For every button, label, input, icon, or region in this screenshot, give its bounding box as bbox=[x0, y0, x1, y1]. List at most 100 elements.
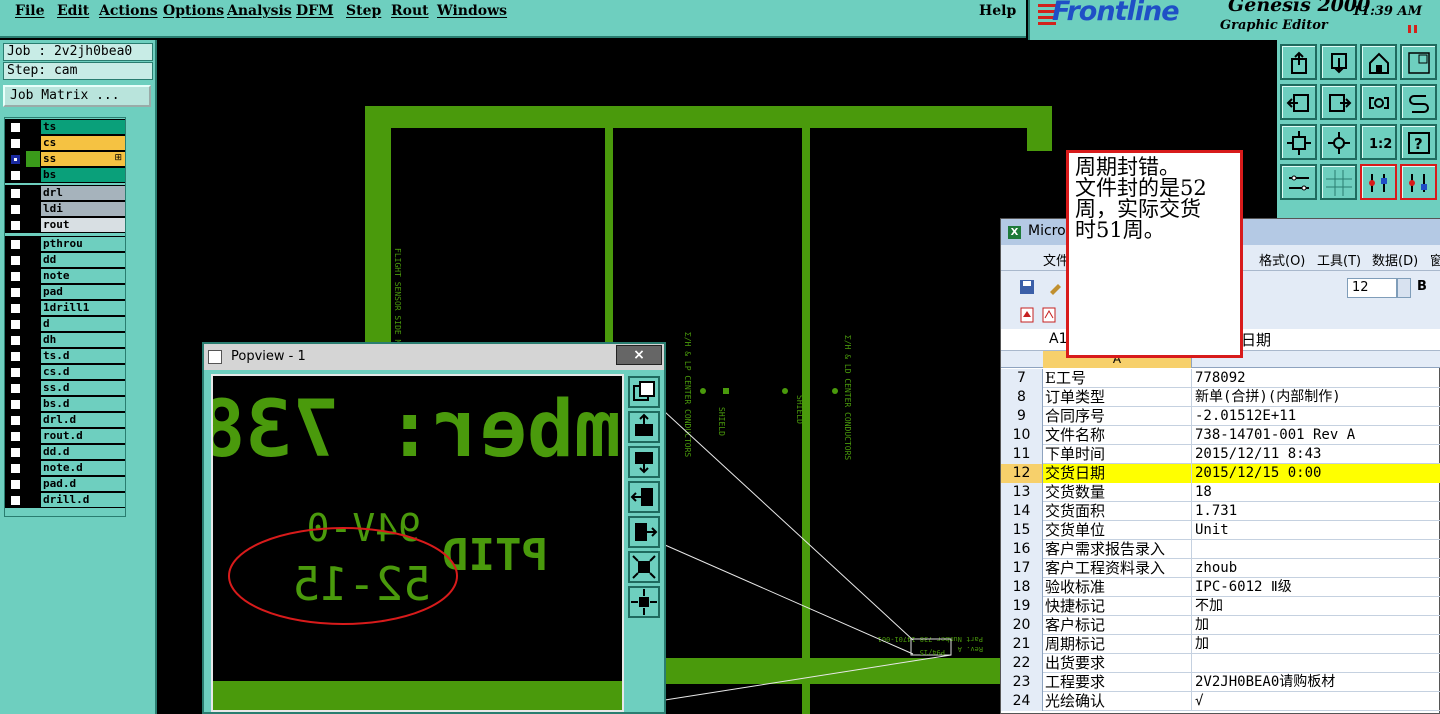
layer-checkbox[interactable] bbox=[10, 220, 21, 231]
row-number[interactable]: 14 bbox=[1001, 502, 1043, 521]
layer-checkbox[interactable] bbox=[10, 383, 21, 394]
layer-name[interactable]: 1drill1 bbox=[41, 301, 125, 315]
excel-menu-format[interactable]: 格式(O) bbox=[1259, 250, 1305, 269]
cell-a[interactable]: 快捷标记 bbox=[1043, 597, 1192, 616]
layer-checkbox[interactable] bbox=[10, 479, 21, 490]
layer-checkbox[interactable] bbox=[10, 367, 21, 378]
layer-name[interactable]: ts.d bbox=[41, 349, 125, 363]
cell-b[interactable]: √ bbox=[1192, 692, 1440, 711]
formula-value[interactable]: 日期 bbox=[1241, 329, 1271, 350]
cell-a[interactable]: 合同序号 bbox=[1043, 407, 1192, 426]
row-number[interactable]: 20 bbox=[1001, 616, 1043, 635]
layer-name[interactable]: rout bbox=[41, 218, 125, 232]
layer-feature-icon[interactable] bbox=[1400, 164, 1437, 200]
row-number[interactable]: 7 bbox=[1001, 369, 1043, 388]
layer-name[interactable]: dd.d bbox=[41, 445, 125, 459]
layer-row-cs[interactable]: cs bbox=[5, 135, 125, 151]
row-number[interactable]: 17 bbox=[1001, 559, 1043, 578]
layer-swatch[interactable] bbox=[26, 460, 40, 476]
layer-checkbox[interactable] bbox=[10, 271, 21, 282]
layer-row-pthrou[interactable]: pthrou bbox=[5, 236, 125, 252]
menu-help[interactable]: Help bbox=[979, 3, 1016, 19]
menu-file[interactable]: File bbox=[15, 3, 44, 19]
home-icon[interactable] bbox=[1360, 44, 1397, 80]
cell-b[interactable]: 新单(合拼)(内部制作) bbox=[1192, 388, 1440, 407]
layer-checkbox[interactable] bbox=[10, 319, 21, 330]
layer-name[interactable]: drl bbox=[41, 186, 125, 200]
pop-left-icon[interactable] bbox=[628, 481, 660, 513]
cell-a[interactable]: 工程要求 bbox=[1043, 673, 1192, 692]
layer-swatch[interactable] bbox=[26, 135, 40, 151]
layer-name[interactable]: ss ⊞ bbox=[41, 152, 125, 166]
layer-checkbox[interactable] bbox=[10, 255, 21, 266]
layer-name[interactable]: note bbox=[41, 269, 125, 283]
pdf-icon[interactable] bbox=[1019, 307, 1035, 323]
chevron-down-icon[interactable] bbox=[1397, 278, 1411, 298]
menu-options[interactable]: Options bbox=[163, 3, 224, 19]
layer-name[interactable]: dh bbox=[41, 333, 125, 347]
layer-name[interactable]: dd bbox=[41, 253, 125, 267]
layer-row-dd[interactable]: dd bbox=[5, 252, 125, 268]
cell-b[interactable]: 2015/12/15 0:00 bbox=[1192, 464, 1440, 483]
layer-swatch[interactable] bbox=[26, 348, 40, 364]
layer-swatch[interactable] bbox=[26, 332, 40, 348]
layer-swatch[interactable] bbox=[26, 185, 40, 201]
layer-checkbox[interactable] bbox=[10, 495, 21, 506]
row-number[interactable]: 15 bbox=[1001, 521, 1043, 540]
row-number[interactable]: 10 bbox=[1001, 426, 1043, 445]
layer-checkbox[interactable] bbox=[10, 188, 21, 199]
layer-row-bs-d[interactable]: bs.d bbox=[5, 396, 125, 412]
layer-swatch[interactable] bbox=[26, 284, 40, 300]
layer-name[interactable]: pad bbox=[41, 285, 125, 299]
layer-name[interactable]: ldi bbox=[41, 202, 125, 216]
cell-b[interactable]: 2015/12/11 8:43 bbox=[1192, 445, 1440, 464]
popview-canvas[interactable]: mber: 738 94V-0 PTID 52-15 bbox=[211, 374, 624, 712]
menu-rout[interactable]: Rout bbox=[391, 3, 429, 19]
pan-left-icon[interactable] bbox=[1280, 84, 1317, 120]
cell-a[interactable]: 光绘确认 bbox=[1043, 692, 1192, 711]
pop-zoom-in-icon[interactable] bbox=[628, 551, 660, 583]
tool-import-icon[interactable] bbox=[1320, 44, 1357, 80]
cell-b[interactable]: 1.731 bbox=[1192, 502, 1440, 521]
cell-b[interactable]: 2V2JH0BEA0请购板材 bbox=[1192, 673, 1440, 692]
layer-checkbox[interactable] bbox=[10, 154, 21, 165]
tool-export-icon[interactable] bbox=[1280, 44, 1317, 80]
name-box[interactable]: A1 bbox=[1049, 331, 1067, 347]
layer-checkbox[interactable] bbox=[10, 415, 21, 426]
layer-row-pad-d[interactable]: pad.d bbox=[5, 476, 125, 492]
layer-row-dd-d[interactable]: dd.d bbox=[5, 444, 125, 460]
cell-b[interactable]: 778092 bbox=[1192, 369, 1440, 388]
layer-row-drill-d[interactable]: drill.d bbox=[5, 492, 125, 508]
layer-row-d[interactable]: d bbox=[5, 316, 125, 332]
cell-b[interactable]: zhoub bbox=[1192, 559, 1440, 578]
menu-edit[interactable]: Edit bbox=[57, 3, 89, 19]
layer-checkbox[interactable] bbox=[10, 399, 21, 410]
layer-swatch[interactable] bbox=[26, 268, 40, 284]
layer-toggle-icon[interactable] bbox=[1360, 164, 1397, 200]
layer-checkbox[interactable] bbox=[10, 138, 21, 149]
grid-window-icon[interactable] bbox=[1400, 44, 1437, 80]
layer-name[interactable]: ts bbox=[41, 120, 125, 134]
format-painter-icon[interactable] bbox=[1047, 279, 1063, 295]
layer-checkbox[interactable] bbox=[10, 287, 21, 298]
cell-a[interactable]: 周期标记 bbox=[1043, 635, 1192, 654]
pop-zoom-out-icon[interactable] bbox=[628, 586, 660, 618]
cell-b[interactable]: 不加 bbox=[1192, 597, 1440, 616]
menu-actions[interactable]: Actions bbox=[99, 3, 158, 19]
layer-swatch[interactable] bbox=[26, 364, 40, 380]
layer-name[interactable]: d bbox=[41, 317, 125, 331]
close-button[interactable]: × bbox=[616, 345, 662, 365]
layer-checkbox[interactable] bbox=[10, 204, 21, 215]
layer-swatch[interactable] bbox=[26, 217, 40, 233]
cell-a[interactable]: 交货单位 bbox=[1043, 521, 1192, 540]
save-icon[interactable] bbox=[1019, 279, 1035, 295]
layer-name[interactable]: pthrou bbox=[41, 237, 125, 251]
row-number[interactable]: 24 bbox=[1001, 692, 1043, 711]
cell-b[interactable] bbox=[1192, 540, 1440, 559]
job-matrix-button[interactable]: Job Matrix ... bbox=[3, 85, 151, 107]
row-number[interactable]: 23 bbox=[1001, 673, 1043, 692]
cell-a[interactable]: 交货数量 bbox=[1043, 483, 1192, 502]
excel-menu-data[interactable]: 数据(D) bbox=[1372, 250, 1418, 269]
cell-a[interactable]: 交货面积 bbox=[1043, 502, 1192, 521]
row-number[interactable]: 22 bbox=[1001, 654, 1043, 673]
